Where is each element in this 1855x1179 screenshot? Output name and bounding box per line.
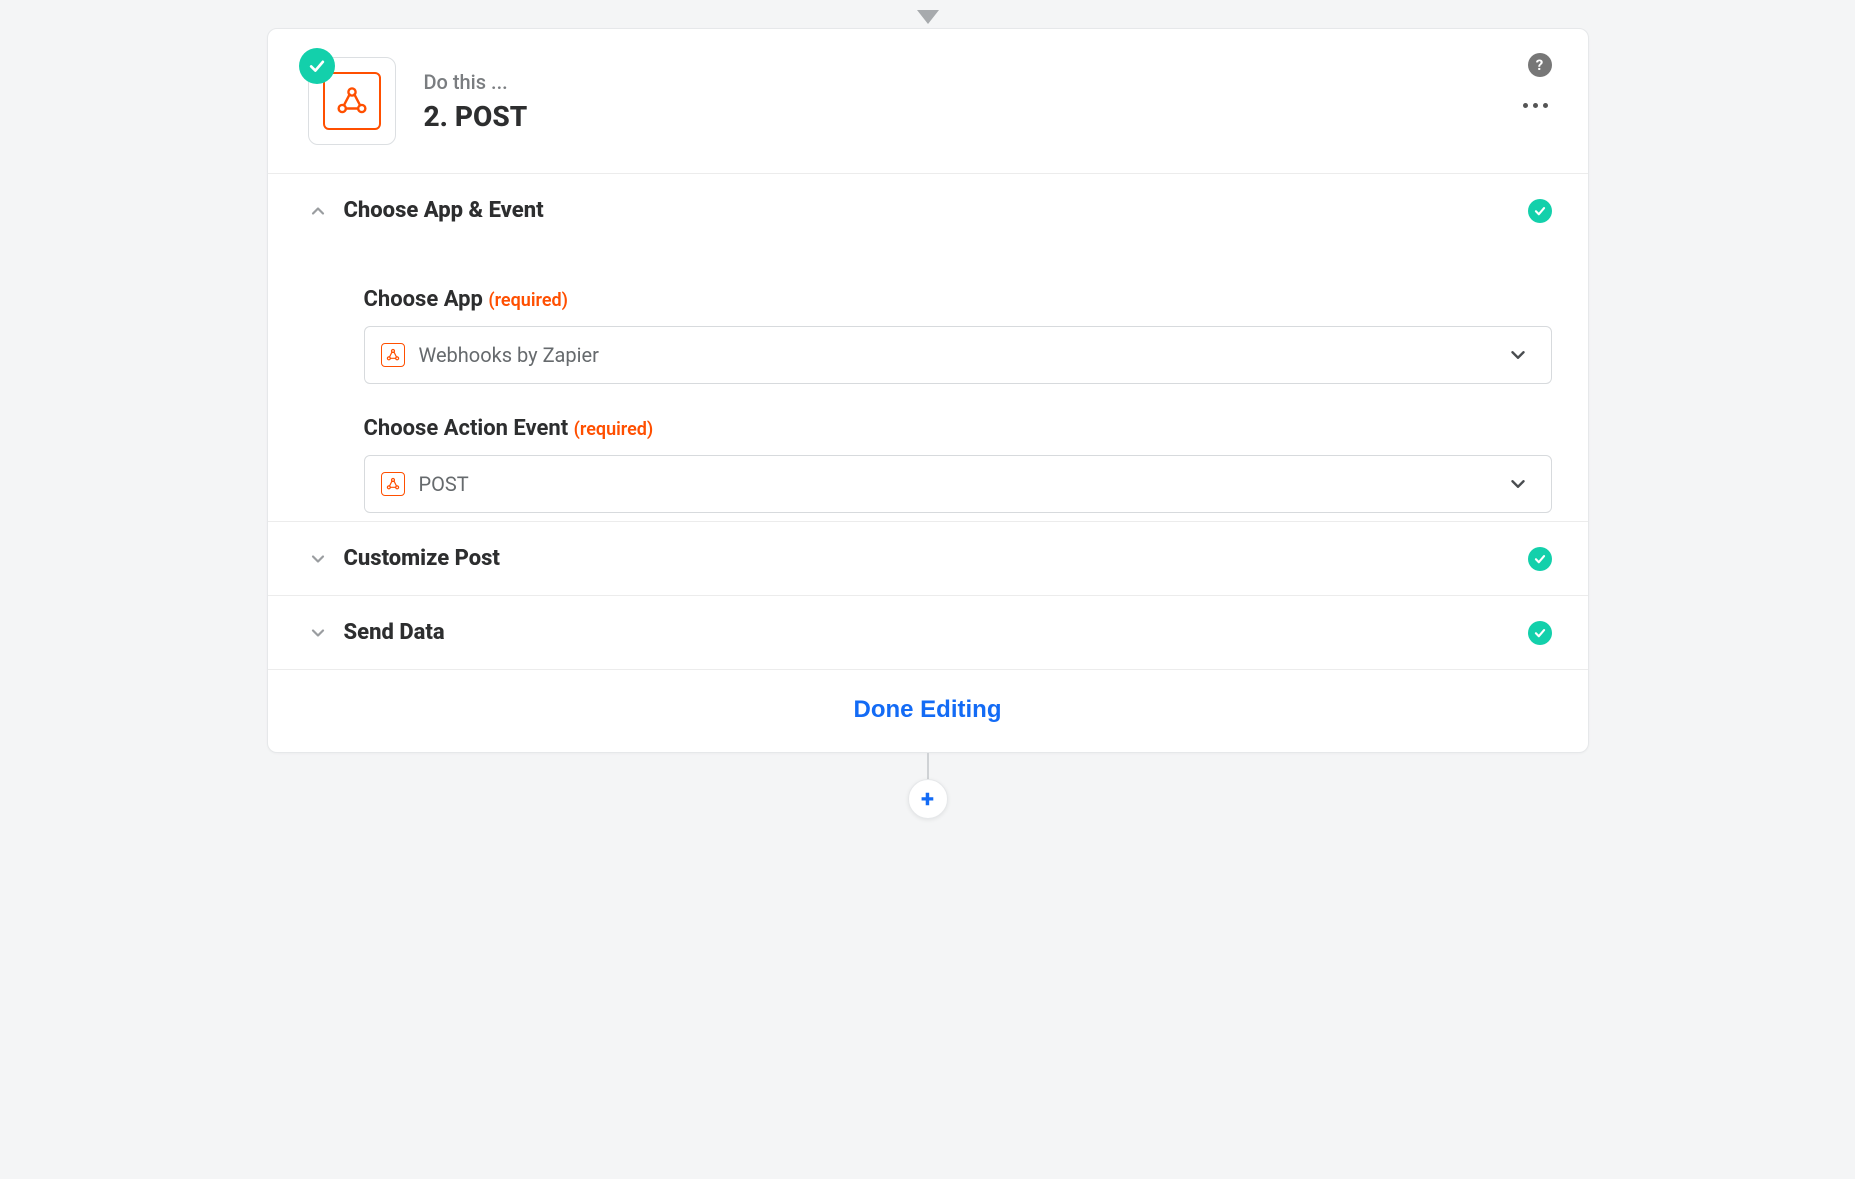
action-step-card: Do this ... 2. POST ? Choose App & Event… (267, 28, 1589, 753)
connector-line (927, 753, 929, 779)
section-header-choose-app-event[interactable]: Choose App & Event (268, 173, 1588, 267)
required-text: (required) (488, 290, 568, 311)
webhook-icon (323, 72, 381, 130)
field-label: Choose Action Event (required) (364, 416, 1552, 441)
section-title: Choose App & Event (344, 198, 1528, 223)
chevron-down-icon (308, 623, 328, 643)
help-icon[interactable]: ? (1528, 53, 1552, 77)
field-label: Choose App (required) (364, 287, 1552, 312)
footer-row: Done Editing (268, 669, 1588, 752)
app-icon-box (308, 57, 396, 145)
choose-action-event-select[interactable]: POST (364, 455, 1552, 513)
step-header: Do this ... 2. POST ? (268, 29, 1588, 173)
plus-icon: + (921, 785, 934, 813)
field-choose-app: Choose App (required) Webhooks by Zapier (364, 287, 1552, 384)
section-header-send-data[interactable]: Send Data (268, 595, 1588, 669)
section-body-choose-app-event: Choose App (required) Webhooks by Zapier… (268, 287, 1588, 521)
section-complete-icon (1528, 547, 1552, 571)
select-value: Webhooks by Zapier (419, 343, 1507, 367)
chevron-down-icon (1507, 344, 1529, 366)
field-choose-action-event: Choose Action Event (required) POST (364, 416, 1552, 513)
section-complete-icon (1528, 621, 1552, 645)
chevron-up-icon (308, 201, 328, 221)
section-header-customize-post[interactable]: Customize Post (268, 521, 1588, 595)
select-value: POST (419, 472, 1507, 496)
more-options-icon[interactable] (1519, 99, 1552, 112)
section-complete-icon (1528, 199, 1552, 223)
choose-app-select[interactable]: Webhooks by Zapier (364, 326, 1552, 384)
webhook-icon (381, 472, 405, 496)
step-complete-badge-icon (299, 48, 335, 84)
webhook-icon (381, 343, 405, 367)
section-title: Send Data (344, 620, 1528, 645)
step-eyebrow: Do this ... (424, 70, 1552, 94)
chevron-down-icon (308, 549, 328, 569)
section-title: Customize Post (344, 546, 1528, 571)
label-text: Choose Action Event (364, 416, 569, 441)
step-title: 2. POST (424, 100, 1552, 133)
add-step-button[interactable]: + (908, 779, 948, 819)
done-editing-button[interactable]: Done Editing (854, 696, 1002, 724)
required-text: (required) (574, 419, 654, 440)
label-text: Choose App (364, 287, 483, 312)
chevron-down-icon (1507, 473, 1529, 495)
incoming-connector-arrow (0, 10, 1855, 24)
add-step-connector: + (0, 753, 1855, 819)
